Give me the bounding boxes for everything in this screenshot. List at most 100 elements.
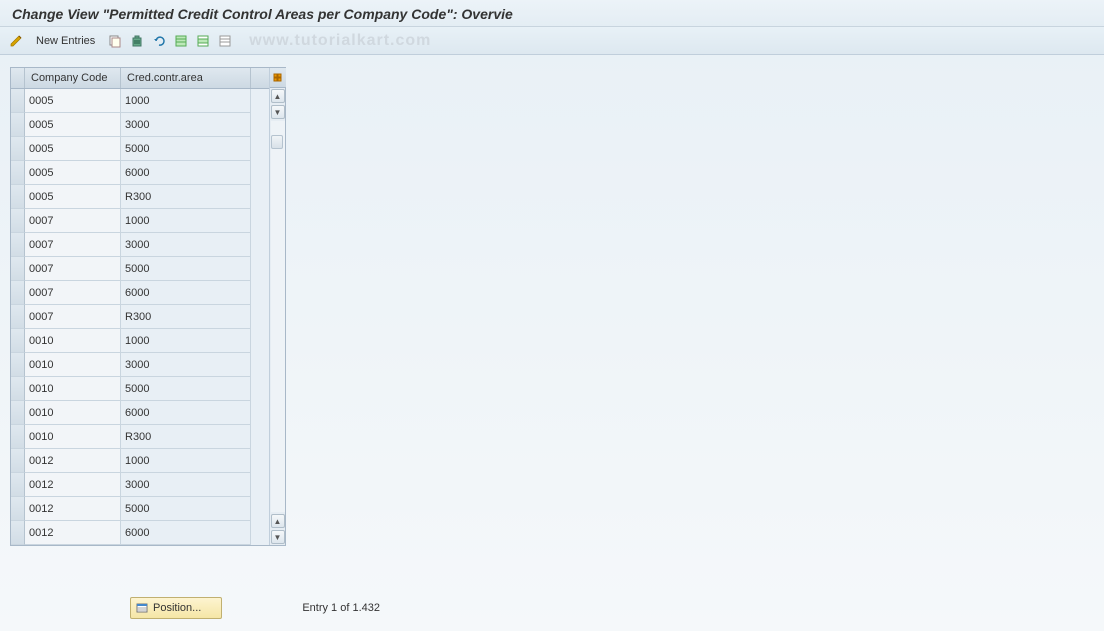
cell-cred[interactable]	[121, 113, 251, 137]
cred-input[interactable]	[121, 401, 250, 424]
cred-input[interactable]	[121, 209, 250, 232]
row-selector[interactable]	[11, 89, 25, 113]
cell-company[interactable]	[25, 161, 121, 185]
row-selector[interactable]	[11, 473, 25, 497]
cred-input[interactable]	[121, 113, 250, 136]
company-input[interactable]	[25, 377, 120, 400]
cell-company[interactable]	[25, 497, 121, 521]
cell-company[interactable]	[25, 89, 121, 113]
company-input[interactable]	[25, 137, 120, 160]
cred-input[interactable]	[121, 521, 250, 544]
cred-input[interactable]	[121, 497, 250, 520]
cell-cred[interactable]	[121, 137, 251, 161]
cell-company[interactable]	[25, 281, 121, 305]
cell-company[interactable]	[25, 425, 121, 449]
cell-company[interactable]	[25, 185, 121, 209]
row-selector[interactable]	[11, 161, 25, 185]
company-input[interactable]	[25, 113, 120, 136]
cred-input[interactable]	[121, 473, 250, 496]
company-input[interactable]	[25, 473, 120, 496]
select-block-icon[interactable]	[195, 33, 211, 49]
cell-cred[interactable]	[121, 353, 251, 377]
column-header-cred[interactable]: Cred.contr.area	[121, 68, 251, 88]
scroll-thumb[interactable]	[271, 135, 283, 149]
cred-input[interactable]	[121, 89, 250, 112]
cell-cred[interactable]	[121, 521, 251, 545]
cell-cred[interactable]	[121, 401, 251, 425]
company-input[interactable]	[25, 185, 120, 208]
cell-company[interactable]	[25, 209, 121, 233]
row-selector[interactable]	[11, 329, 25, 353]
company-input[interactable]	[25, 353, 120, 376]
company-input[interactable]	[25, 89, 120, 112]
cell-cred[interactable]	[121, 89, 251, 113]
cell-cred[interactable]	[121, 497, 251, 521]
cell-company[interactable]	[25, 353, 121, 377]
row-selector[interactable]	[11, 257, 25, 281]
cell-cred[interactable]	[121, 233, 251, 257]
scroll-down-bottom-icon[interactable]: ▼	[271, 530, 285, 544]
company-input[interactable]	[25, 305, 120, 328]
table-config-icon[interactable]	[270, 68, 286, 88]
row-selector[interactable]	[11, 449, 25, 473]
copy-as-icon[interactable]	[107, 33, 123, 49]
scroll-track[interactable]	[271, 121, 285, 512]
cred-input[interactable]	[121, 329, 250, 352]
row-selector[interactable]	[11, 185, 25, 209]
cell-company[interactable]	[25, 377, 121, 401]
cred-input[interactable]	[121, 281, 250, 304]
cred-input[interactable]	[121, 233, 250, 256]
cred-input[interactable]	[121, 185, 250, 208]
company-input[interactable]	[25, 425, 120, 448]
toggle-display-change-icon[interactable]	[8, 33, 24, 49]
company-input[interactable]	[25, 233, 120, 256]
cell-company[interactable]	[25, 305, 121, 329]
cell-cred[interactable]	[121, 257, 251, 281]
cell-cred[interactable]	[121, 305, 251, 329]
cred-input[interactable]	[121, 257, 250, 280]
row-selector[interactable]	[11, 209, 25, 233]
scroll-up-bottom-icon[interactable]: ▲	[271, 514, 285, 528]
cred-input[interactable]	[121, 449, 250, 472]
company-input[interactable]	[25, 521, 120, 544]
cell-cred[interactable]	[121, 425, 251, 449]
row-selector[interactable]	[11, 425, 25, 449]
company-input[interactable]	[25, 401, 120, 424]
company-input[interactable]	[25, 329, 120, 352]
cred-input[interactable]	[121, 137, 250, 160]
cred-input[interactable]	[121, 353, 250, 376]
vertical-scrollbar[interactable]: ▲ ▼ ▲ ▼	[269, 68, 285, 545]
cell-company[interactable]	[25, 329, 121, 353]
cred-input[interactable]	[121, 161, 250, 184]
company-input[interactable]	[25, 257, 120, 280]
cell-company[interactable]	[25, 113, 121, 137]
delete-icon[interactable]	[129, 33, 145, 49]
row-selector[interactable]	[11, 401, 25, 425]
select-all-icon[interactable]	[173, 33, 189, 49]
company-input[interactable]	[25, 161, 120, 184]
cell-cred[interactable]	[121, 329, 251, 353]
row-selector[interactable]	[11, 281, 25, 305]
undo-change-icon[interactable]	[151, 33, 167, 49]
cell-cred[interactable]	[121, 281, 251, 305]
cred-input[interactable]	[121, 425, 250, 448]
cred-input[interactable]	[121, 377, 250, 400]
cell-company[interactable]	[25, 401, 121, 425]
cell-company[interactable]	[25, 137, 121, 161]
cell-cred[interactable]	[121, 209, 251, 233]
cred-input[interactable]	[121, 305, 250, 328]
row-selector[interactable]	[11, 113, 25, 137]
scroll-up-icon[interactable]: ▲	[271, 89, 285, 103]
deselect-all-icon[interactable]	[217, 33, 233, 49]
row-selector-header[interactable]	[11, 68, 25, 88]
cell-cred[interactable]	[121, 161, 251, 185]
row-selector[interactable]	[11, 233, 25, 257]
cell-company[interactable]	[25, 233, 121, 257]
row-selector[interactable]	[11, 305, 25, 329]
cell-cred[interactable]	[121, 377, 251, 401]
cell-company[interactable]	[25, 521, 121, 545]
column-header-company[interactable]: Company Code	[25, 68, 121, 88]
row-selector[interactable]	[11, 377, 25, 401]
cell-company[interactable]	[25, 449, 121, 473]
cell-company[interactable]	[25, 257, 121, 281]
